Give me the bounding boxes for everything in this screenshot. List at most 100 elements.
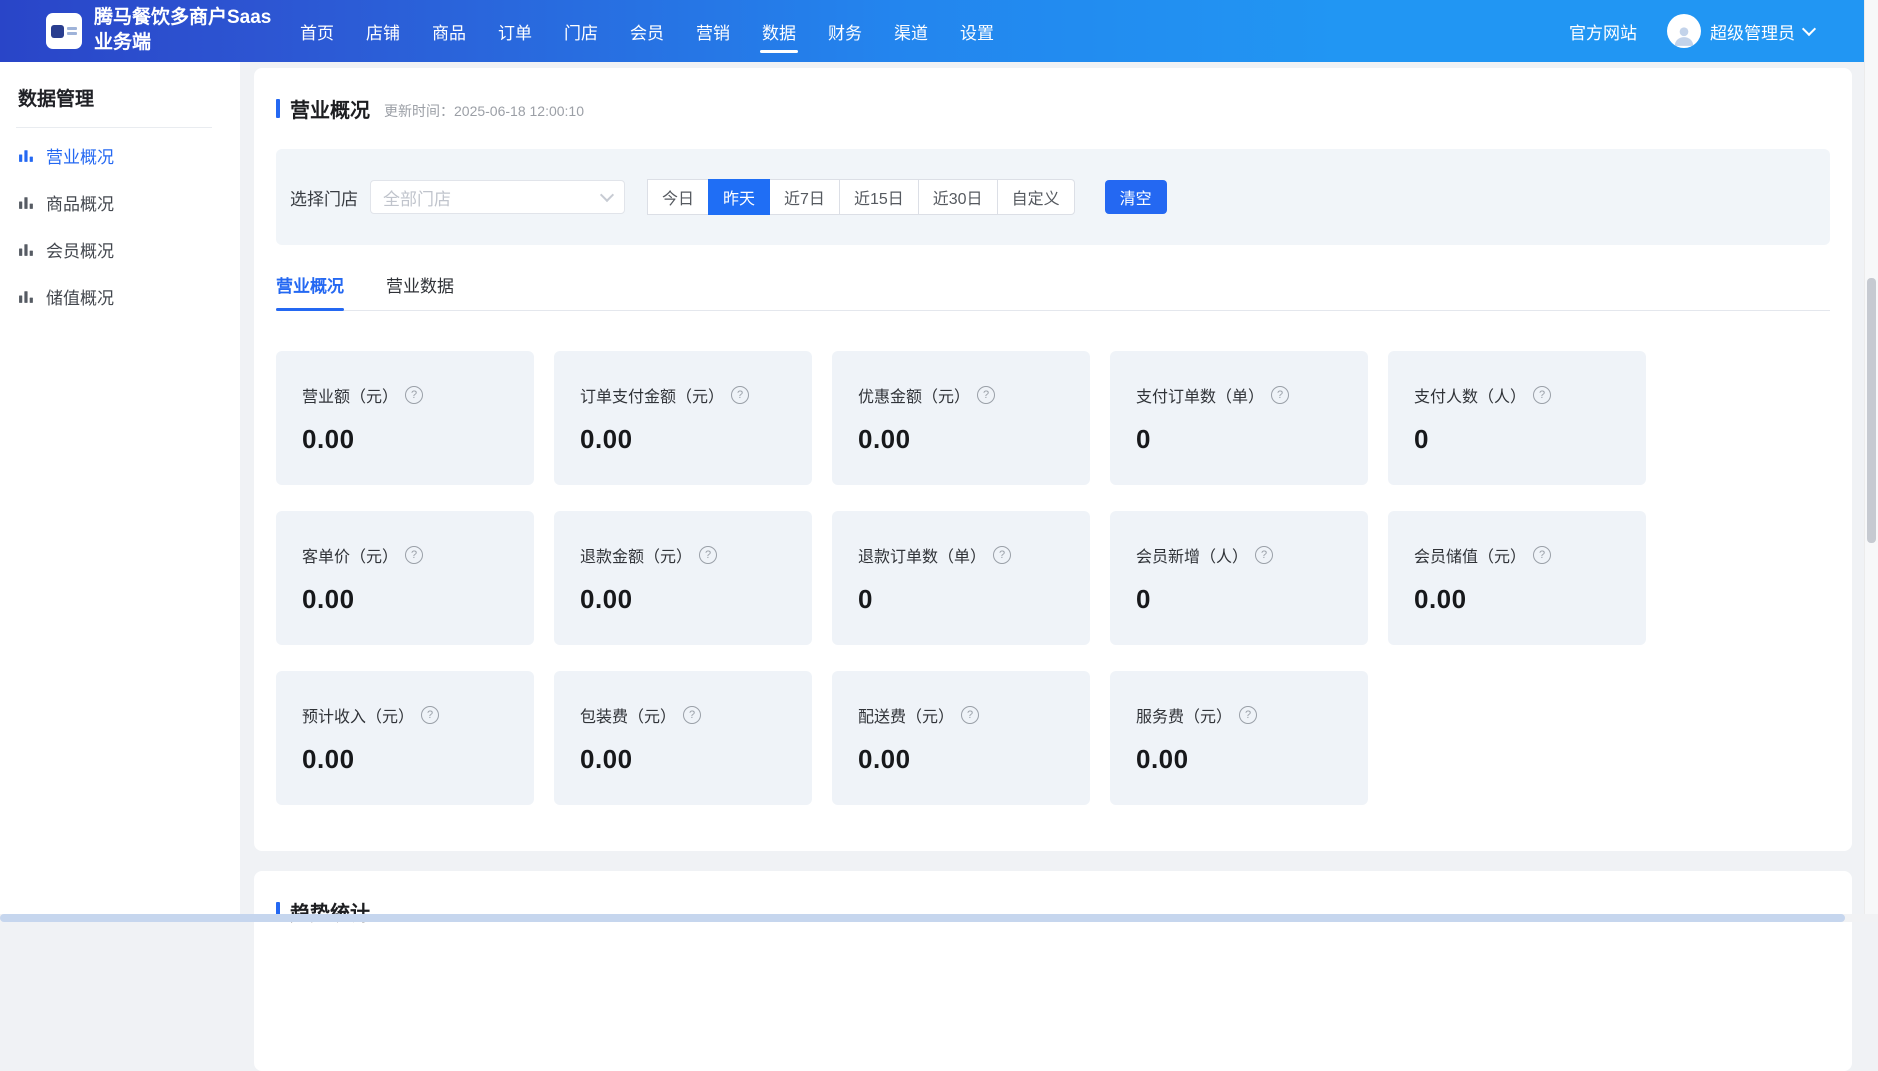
- stat-tile: 营业额（元） 0.00: [276, 351, 534, 485]
- official-site-link[interactable]: 官方网站: [1569, 19, 1637, 44]
- horizontal-scrollbar[interactable]: [0, 914, 1864, 922]
- user-name: 超级管理员: [1710, 19, 1795, 44]
- help-icon[interactable]: [1255, 546, 1273, 564]
- help-icon[interactable]: [683, 706, 701, 724]
- stat-tile: 订单支付金额（元） 0.00: [554, 351, 812, 485]
- sidebar-item[interactable]: 会员概况: [0, 226, 240, 273]
- sidebar-item[interactable]: 营业概况: [0, 132, 240, 179]
- nav-menu-item[interactable]: 首页: [284, 0, 350, 62]
- trend-stats-card: 趋势统计: [254, 871, 1852, 1071]
- nav-menu-item[interactable]: 渠道: [878, 0, 944, 62]
- bar-chart-icon: [18, 241, 35, 258]
- user-menu[interactable]: 超级管理员: [1667, 14, 1814, 48]
- nav-menu-item-label: 商品: [432, 19, 466, 44]
- vertical-scrollbar[interactable]: [1864, 0, 1878, 914]
- stat-value: 0.00: [858, 424, 1064, 455]
- stat-label-row: 营业额（元）: [302, 383, 508, 407]
- stat-label-row: 客单价（元）: [302, 543, 508, 567]
- help-icon[interactable]: [421, 706, 439, 724]
- sidebar-divider: [16, 127, 212, 128]
- date-range-button[interactable]: 昨天: [708, 179, 770, 215]
- page-title: 营业概况: [290, 94, 370, 123]
- stat-tile: 会员储值（元） 0.00: [1388, 511, 1646, 645]
- overview-tab-label: 营业数据: [386, 277, 454, 296]
- help-icon[interactable]: [961, 706, 979, 724]
- stat-tile: 服务费（元） 0.00: [1110, 671, 1368, 805]
- date-range-button-label: 今日: [662, 185, 694, 209]
- date-range-button[interactable]: 自定义: [997, 179, 1075, 215]
- scrollbar-corner: [1864, 914, 1878, 922]
- overview-tabs: 营业概况 营业数据: [276, 272, 1830, 311]
- clear-button[interactable]: 清空: [1105, 180, 1167, 214]
- date-range-button-label: 近7日: [784, 185, 825, 209]
- help-icon[interactable]: [1239, 706, 1257, 724]
- stat-label: 支付订单数（单）: [1136, 383, 1264, 407]
- nav-menu-item-label: 店铺: [366, 19, 400, 44]
- horizontal-scrollbar-thumb[interactable]: [0, 914, 1845, 922]
- store-select-placeholder: 全部门店: [383, 185, 602, 210]
- nav-menu-item[interactable]: 营销: [680, 0, 746, 62]
- sidebar-item[interactable]: 商品概况: [0, 179, 240, 226]
- stat-tile: 支付人数（人） 0: [1388, 351, 1646, 485]
- store-select[interactable]: 全部门店: [370, 180, 625, 214]
- updated-time: 更新时间：2025-06-18 12:00:10: [384, 101, 584, 121]
- overview-tab[interactable]: 营业概况: [276, 272, 344, 310]
- nav-menu-item[interactable]: 店铺: [350, 0, 416, 62]
- stat-label: 退款订单数（单）: [858, 543, 986, 567]
- stat-value: 0: [1136, 424, 1342, 455]
- stat-value: 0: [858, 584, 1064, 615]
- date-range-button-label: 近30日: [933, 185, 983, 209]
- stats-grid: 营业额（元） 0.00 订单支付金额（元） 0.00 优惠金额（元） 0.00: [276, 351, 1830, 805]
- stat-label: 支付人数（人）: [1414, 383, 1526, 407]
- date-range-button[interactable]: 近15日: [839, 179, 919, 215]
- stat-tile: 会员新增（人） 0: [1110, 511, 1368, 645]
- nav-menu-item[interactable]: 会员: [614, 0, 680, 62]
- sidebar-menu: 营业概况 商品概况 会员概况: [0, 132, 240, 320]
- nav-menu-item[interactable]: 订单: [482, 0, 548, 62]
- stat-value: 0.00: [580, 584, 786, 615]
- store-select-label: 选择门店: [290, 185, 358, 210]
- vertical-scrollbar-thumb[interactable]: [1867, 278, 1876, 543]
- help-icon[interactable]: [699, 546, 717, 564]
- nav-menu-item[interactable]: 商品: [416, 0, 482, 62]
- nav-menu-item[interactable]: 数据: [746, 0, 812, 62]
- nav-menu: 首页 店铺 商品 订单 门店 会员 营销 数据: [284, 0, 1010, 62]
- help-icon[interactable]: [1533, 386, 1551, 404]
- date-range-button-label: 近15日: [854, 185, 904, 209]
- filter-panel: 选择门店 全部门店 今日 昨天 近7日 近15日 近30日 自定义 清空: [276, 149, 1830, 245]
- stat-tile: 配送费（元） 0.00: [832, 671, 1090, 805]
- stat-label: 营业额（元）: [302, 383, 398, 407]
- stat-value: 0.00: [858, 744, 1064, 775]
- date-range-group: 今日 昨天 近7日 近15日 近30日 自定义: [648, 179, 1075, 215]
- nav-menu-item[interactable]: 财务: [812, 0, 878, 62]
- help-icon[interactable]: [731, 386, 749, 404]
- stat-label-row: 退款金额（元）: [580, 543, 786, 567]
- stat-label: 会员储值（元）: [1414, 543, 1526, 567]
- nav-menu-item-label: 订单: [498, 19, 532, 44]
- stat-tile: 包装费（元） 0.00: [554, 671, 812, 805]
- date-range-button[interactable]: 近7日: [769, 179, 840, 215]
- help-icon[interactable]: [977, 386, 995, 404]
- chevron-down-icon: [600, 188, 614, 202]
- updated-time-label: 更新时间：: [384, 103, 454, 119]
- nav-right: 官方网站 超级管理员: [1569, 14, 1814, 48]
- stat-label: 客单价（元）: [302, 543, 398, 567]
- stat-tile: 客单价（元） 0.00: [276, 511, 534, 645]
- help-icon[interactable]: [405, 546, 423, 564]
- nav-menu-item[interactable]: 设置: [944, 0, 1010, 62]
- date-range-button[interactable]: 近30日: [918, 179, 998, 215]
- help-icon[interactable]: [1533, 546, 1551, 564]
- stat-label: 订单支付金额（元）: [580, 383, 724, 407]
- date-range-button[interactable]: 今日: [647, 179, 709, 215]
- stat-label: 会员新增（人）: [1136, 543, 1248, 567]
- help-icon[interactable]: [1271, 386, 1289, 404]
- stat-label: 退款金额（元）: [580, 543, 692, 567]
- stat-label-row: 配送费（元）: [858, 703, 1064, 727]
- help-icon[interactable]: [993, 546, 1011, 564]
- stat-tile: 退款金额（元） 0.00: [554, 511, 812, 645]
- overview-tab[interactable]: 营业数据: [386, 272, 454, 310]
- help-icon[interactable]: [405, 386, 423, 404]
- sidebar-item[interactable]: 储值概况: [0, 273, 240, 320]
- stat-label-row: 预计收入（元）: [302, 703, 508, 727]
- nav-menu-item[interactable]: 门店: [548, 0, 614, 62]
